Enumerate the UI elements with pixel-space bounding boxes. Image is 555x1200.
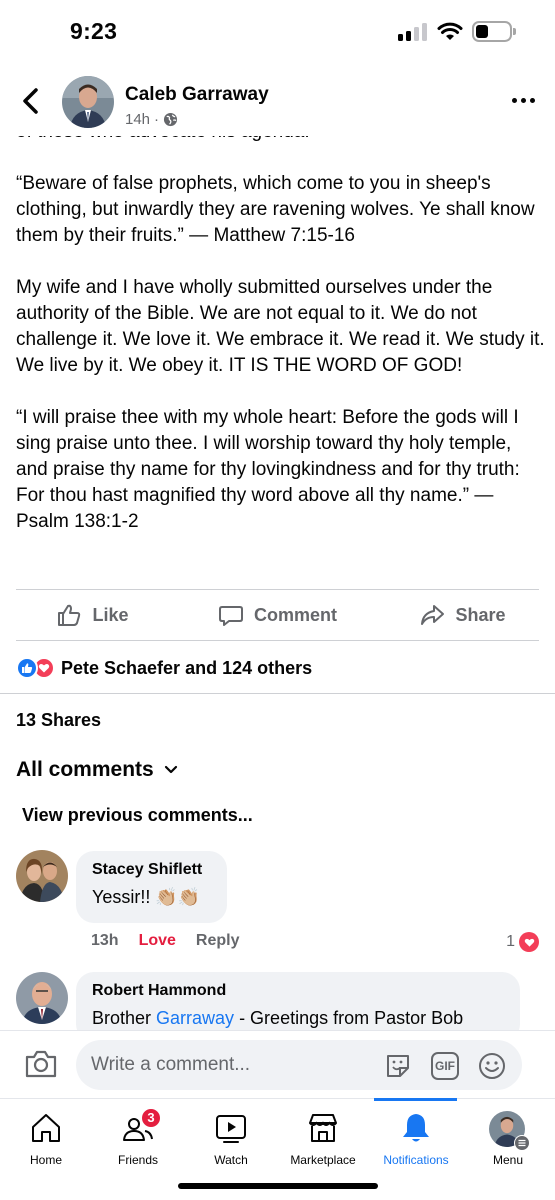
wifi-icon — [437, 22, 463, 40]
comment-button[interactable]: Comment — [185, 590, 370, 640]
comment-bubble-icon — [218, 606, 243, 626]
tab-label: Watch — [214, 1153, 248, 1167]
tab-label: Marketplace — [290, 1153, 356, 1167]
comment-label: Comment — [253, 604, 337, 625]
comment-reaction-count[interactable]: 1 — [506, 932, 539, 952]
clapping-hands-emoji: 👏🏼👏🏼 — [155, 887, 201, 907]
battery-icon — [472, 21, 512, 42]
comments-filter-dropdown[interactable]: All comments — [16, 758, 178, 782]
divider — [0, 693, 555, 694]
author-avatar[interactable] — [62, 76, 114, 128]
thumbs-up-icon — [58, 604, 81, 626]
post-time[interactable]: 14h — [125, 111, 150, 128]
reply-button[interactable]: Reply — [196, 932, 240, 950]
status-time: 9:23 — [70, 18, 118, 44]
tab-menu[interactable]: Menu — [462, 1099, 554, 1179]
share-button[interactable]: Share — [370, 590, 555, 640]
share-label: Share — [455, 604, 506, 625]
tab-marketplace[interactable]: Marketplace — [277, 1099, 369, 1179]
post-paragraph: “Beware of false prophets, which come to… — [16, 173, 535, 246]
post-paragraph: My wife and I have wholly submitted ours… — [16, 277, 545, 376]
like-label: Like — [92, 604, 129, 625]
like-button[interactable]: Like — [0, 590, 185, 640]
tab-watch[interactable]: Watch — [185, 1099, 277, 1179]
post-body: of those who advocate his agenda. “Bewar… — [0, 136, 555, 576]
reactions-text: Pete Schaefer and 124 others — [61, 657, 313, 678]
gif-button[interactable]: GIF — [431, 1052, 459, 1080]
comment-author[interactable]: Stacey Shiflett — [92, 861, 211, 879]
meta-separator: · — [154, 111, 160, 128]
chevron-down-icon — [164, 765, 177, 774]
home-indicator — [178, 1183, 378, 1189]
comment-text: Yessir!! 👏🏼👏🏼 — [92, 887, 211, 908]
globe-icon — [163, 112, 178, 127]
reactions-summary[interactable]: Pete Schaefer and 124 others — [16, 655, 312, 681]
comment-reaction-number: 1 — [506, 933, 515, 950]
tab-label: Menu — [492, 1153, 524, 1167]
comment-input-placeholder: Write a comment... — [91, 1054, 251, 1075]
shares-count[interactable]: 13 Shares — [16, 710, 101, 731]
tab-label: Friends — [117, 1153, 158, 1167]
comment-meta: 13h Love Reply — [91, 932, 240, 950]
post-meta: 14h · — [125, 111, 178, 128]
status-bar: 9:23 — [0, 0, 555, 66]
watch-icon — [216, 1115, 246, 1143]
action-bar: Like Comment Share — [0, 590, 555, 640]
comment-body: Yessir!! — [92, 887, 151, 907]
like-reaction-icon — [16, 657, 38, 679]
bell-icon — [403, 1114, 429, 1142]
comment-bubble[interactable]: Stacey Shiflett Yessir!! 👏🏼👏🏼 — [76, 851, 227, 923]
back-chevron-icon[interactable] — [18, 86, 44, 116]
view-previous-comments[interactable]: View previous comments... — [22, 805, 253, 826]
mention-link[interactable]: Garraway — [156, 1008, 234, 1028]
tab-label: Notifications — [383, 1153, 449, 1167]
author-name[interactable]: Caleb Garraway — [125, 84, 269, 106]
tab-notifications[interactable]: Notifications — [370, 1099, 462, 1179]
post-partial-line: of those who advocate his agenda. — [16, 136, 546, 145]
home-icon — [32, 1114, 60, 1142]
love-reaction-icon — [519, 932, 539, 952]
tab-friends[interactable]: 3 Friends — [92, 1099, 184, 1179]
comment-composer: Write a comment... GIF — [0, 1030, 555, 1098]
signal-icon — [398, 23, 428, 41]
love-comment-button[interactable]: Love — [139, 932, 176, 950]
comment-body-prefix: Brother — [92, 1008, 157, 1028]
post-text: of those who advocate his agenda. “Bewar… — [16, 136, 546, 561]
tab-home[interactable]: Home — [0, 1099, 92, 1179]
divider — [16, 640, 539, 641]
share-arrow-icon — [421, 605, 445, 625]
comment-time: 13h — [91, 932, 119, 949]
friends-badge: 3 — [140, 1107, 162, 1129]
battery-tip — [513, 28, 516, 35]
comment-body-suffix: - Greetings from Pastor Bob — [234, 1008, 464, 1028]
comment-input[interactable]: Write a comment... GIF — [76, 1040, 522, 1090]
sticker-icon[interactable] — [384, 1052, 412, 1080]
marketplace-icon — [309, 1114, 337, 1142]
commenter-avatar[interactable] — [16, 972, 68, 1024]
comment-text: Brother Garraway - Greetings from Pastor… — [92, 1008, 504, 1029]
tab-label: Home — [29, 1153, 62, 1167]
post-paragraph: “I will praise thee with my whole heart:… — [16, 407, 520, 532]
more-options-icon[interactable] — [512, 98, 535, 103]
post-header: Caleb Garraway 14h · — [0, 66, 555, 136]
commenter-avatar[interactable] — [16, 850, 68, 902]
comments-filter-label: All comments — [16, 758, 154, 781]
comment-author[interactable]: Robert Hammond — [92, 982, 504, 1000]
menu-lines-icon — [514, 1135, 530, 1151]
camera-icon[interactable] — [24, 1049, 58, 1079]
emoji-icon[interactable] — [478, 1052, 506, 1080]
